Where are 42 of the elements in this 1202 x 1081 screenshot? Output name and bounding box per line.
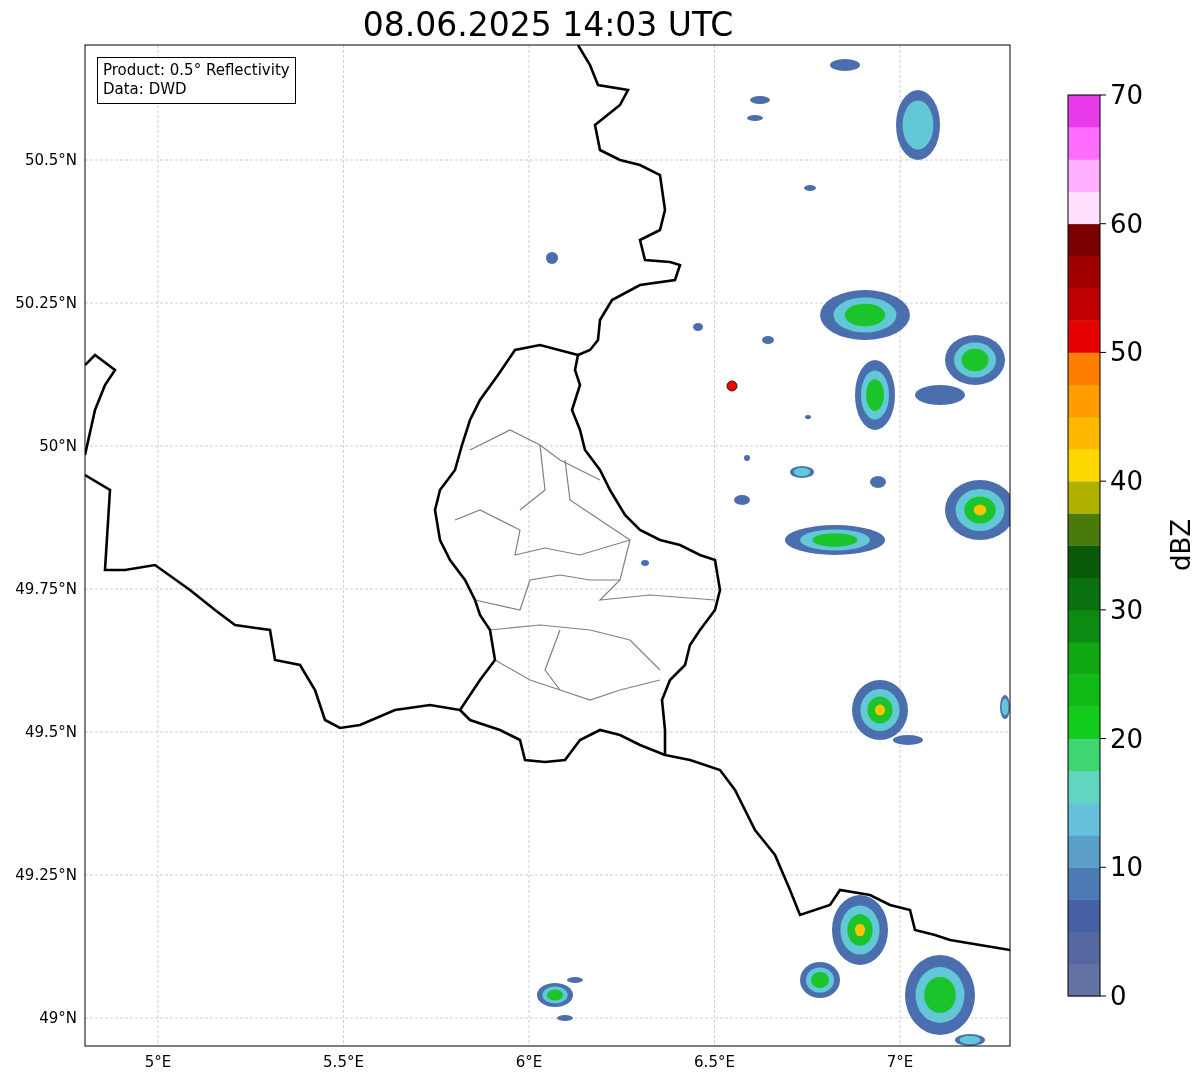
axis-tick-label: 7°E [886,1053,914,1071]
colorbar-label: dBZ [1166,518,1196,572]
radar-echo [557,1015,573,1021]
axis-tick-label: 49.25°N [15,866,77,884]
colorbar-tick-label: 70 [1110,80,1144,110]
colorbar-tick-label: 30 [1110,594,1144,625]
colorbar-tick-label: 10 [1110,852,1144,883]
radar-echo [693,323,703,331]
radar-echo [790,466,814,478]
station-marker [726,380,738,392]
radar-echo [747,115,763,121]
radar-echo [734,495,750,505]
axis-tick-label: 50°N [39,437,77,455]
radar-echo [855,360,895,430]
radar-echo [546,252,558,264]
colorbar-tick-label: 20 [1110,723,1144,754]
axis-tick-label: 6.5°E [694,1053,735,1071]
axis-tick-label: 49°N [39,1009,77,1027]
radar-echo [641,560,649,566]
colorbar-tick-label: 40 [1110,466,1144,497]
colorbar-tick-label: 50 [1110,337,1144,368]
radar-echo [896,90,940,160]
axis-tick-label: 5°E [144,1053,172,1071]
axis-tick-label: 50.5°N [24,151,77,169]
radar-echo [744,455,750,461]
axis-tick-label: 49.75°N [15,580,77,598]
info-box: Product: 0.5° Reflectivity Data: DWD [97,57,296,104]
colorbar-tick-label: 60 [1110,208,1144,239]
axis-tick-label: 5.5°E [323,1053,364,1071]
radar-echo [945,480,1010,540]
radar-echo [762,336,774,344]
axis-tick-label: 6°E [515,1053,543,1071]
radar-echo [870,476,886,488]
colorbar-tick-label: 0 [1110,981,1127,1011]
radar-echo [804,185,816,191]
radar-echo [1000,695,1010,719]
radar-echo [830,59,860,71]
figure-title: 08.06.2025 14:03 UTC [362,5,734,44]
radar-echo [750,96,770,104]
axis-tick-label: 49.5°N [24,723,77,741]
radar-echo [805,415,811,419]
axis-tick-label: 50.25°N [15,294,77,312]
